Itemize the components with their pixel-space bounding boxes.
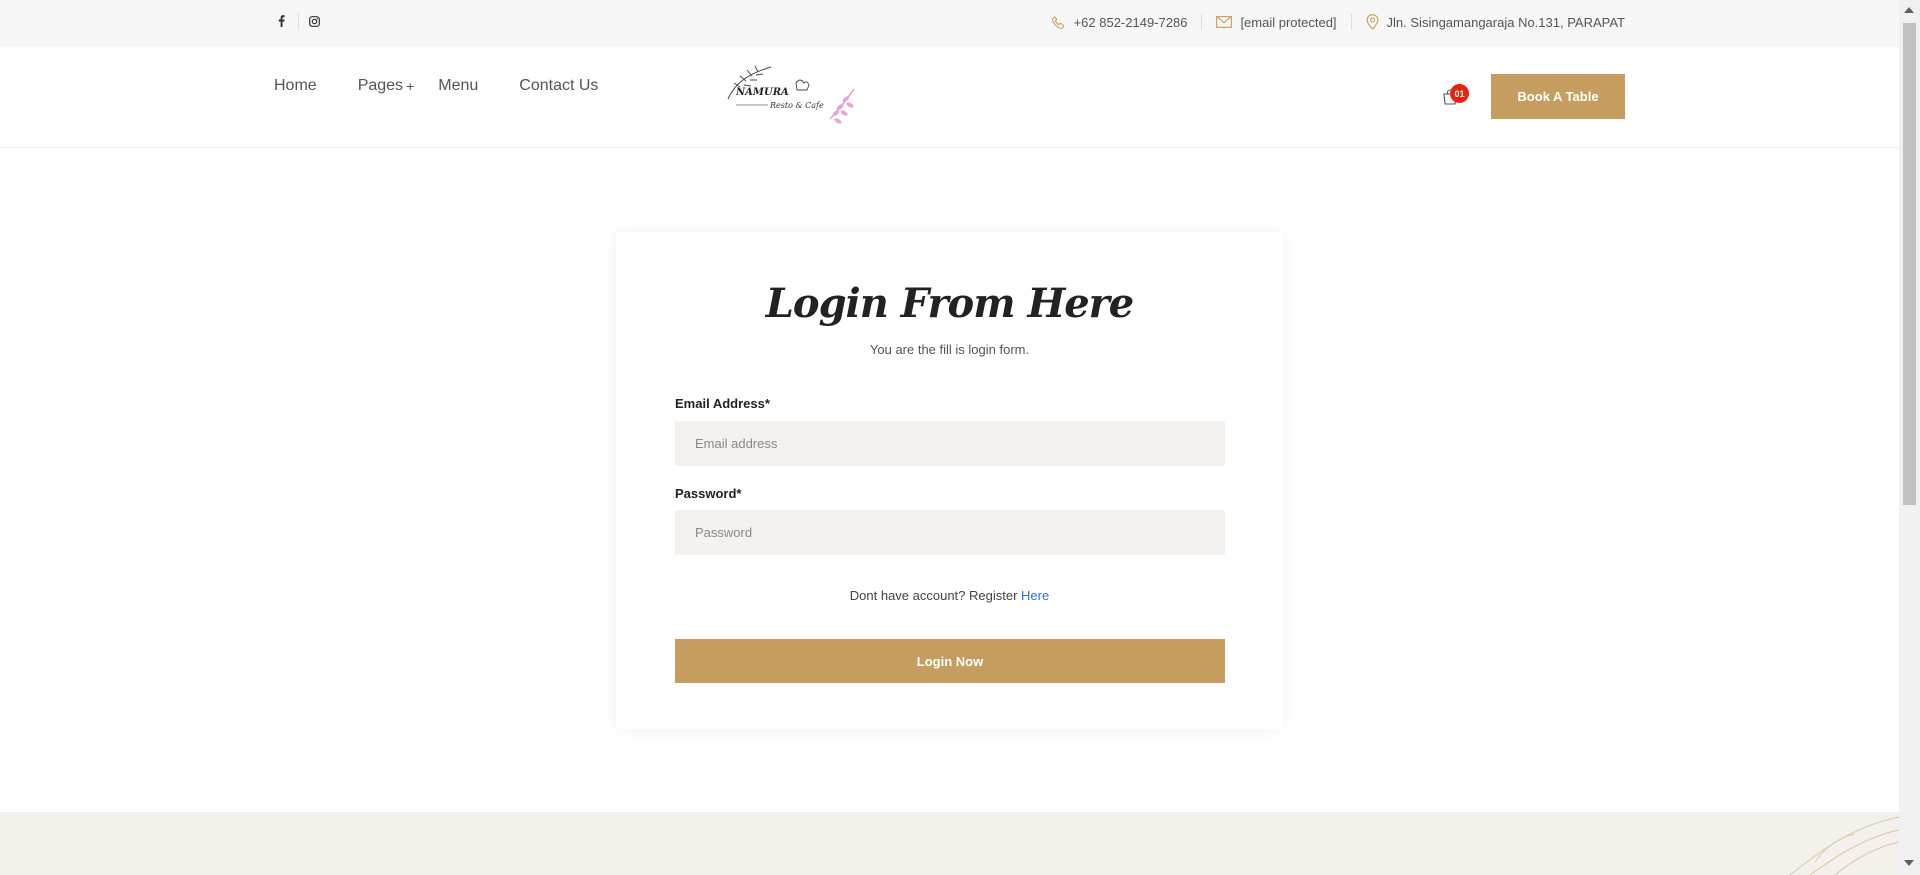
- nav-contact[interactable]: Contact Us: [519, 77, 598, 95]
- svg-text:NAMURA: NAMURA: [735, 87, 789, 98]
- nav-menu[interactable]: Menu: [438, 77, 478, 95]
- phone-number: +62 852-2149-7286: [1073, 14, 1188, 30]
- scroll-down-arrow-icon[interactable]: [1904, 860, 1914, 866]
- register-link[interactable]: Here: [1021, 588, 1049, 603]
- divider: [1201, 14, 1203, 30]
- location-icon: [1366, 14, 1378, 30]
- mail-icon: [1216, 16, 1233, 28]
- register-prompt: Dont have account? Register Here: [616, 588, 1283, 603]
- password-field[interactable]: [675, 510, 1225, 555]
- login-subtitle: You are the fill is login form.: [869, 342, 1030, 357]
- email-address: [email protected]: [1240, 14, 1337, 30]
- address-item: Jln. Sisingamangaraja No.131, PARAPAT: [1366, 14, 1625, 30]
- instagram-icon[interactable]: [307, 13, 321, 29]
- phone-item[interactable]: +62 852-2149-7286: [1051, 14, 1188, 30]
- facebook-icon[interactable]: [274, 13, 288, 29]
- address-text: Jln. Sisingamangaraja No.131, PARAPAT: [1386, 14, 1625, 30]
- email-field[interactable]: [675, 421, 1225, 466]
- login-button[interactable]: Login Now: [675, 639, 1225, 683]
- social-links: [274, 13, 321, 29]
- cart-count-badge: 01: [1450, 84, 1469, 103]
- top-bar: +62 852-2149-7286 [email protected] Jln.…: [0, 0, 1899, 47]
- nav-pages[interactable]: Pages +: [358, 77, 415, 95]
- divider: [298, 13, 299, 29]
- logo-graphic: NAMURA Resto & Cafe: [727, 65, 855, 124]
- main-header: Home Pages + Menu Contact Us NAMURA Rest…: [0, 47, 1899, 148]
- scroll-up-arrow-icon[interactable]: [1904, 7, 1914, 13]
- email-label: Email Address*: [675, 396, 770, 411]
- plus-icon: +: [406, 78, 415, 94]
- contact-info: +62 852-2149-7286 [email protected] Jln.…: [1051, 14, 1625, 30]
- main-nav: Home Pages + Menu Contact Us: [274, 77, 639, 95]
- book-table-button[interactable]: Book A Table: [1491, 74, 1625, 119]
- phone-icon: [1051, 15, 1064, 29]
- footer-strip: [0, 812, 1899, 875]
- page-scrollbar[interactable]: [1899, 0, 1920, 875]
- nav-home[interactable]: Home: [274, 77, 317, 95]
- scrollbar-thumb[interactable]: [1903, 23, 1916, 505]
- logo[interactable]: NAMURA Resto & Cafe: [726, 61, 860, 133]
- leaf-decoration: [1789, 816, 1899, 875]
- login-card: Login From Here You are the fill is logi…: [616, 232, 1283, 729]
- svg-text:Resto & Cafe: Resto & Cafe: [769, 101, 824, 110]
- password-label: Password*: [675, 486, 742, 501]
- register-text: Dont have account? Register: [849, 588, 1022, 603]
- login-title: Login From Here: [765, 280, 1134, 327]
- divider: [1350, 14, 1352, 30]
- nav-pages-label: Pages: [357, 77, 404, 94]
- email-item[interactable]: [email protected]: [1216, 14, 1337, 30]
